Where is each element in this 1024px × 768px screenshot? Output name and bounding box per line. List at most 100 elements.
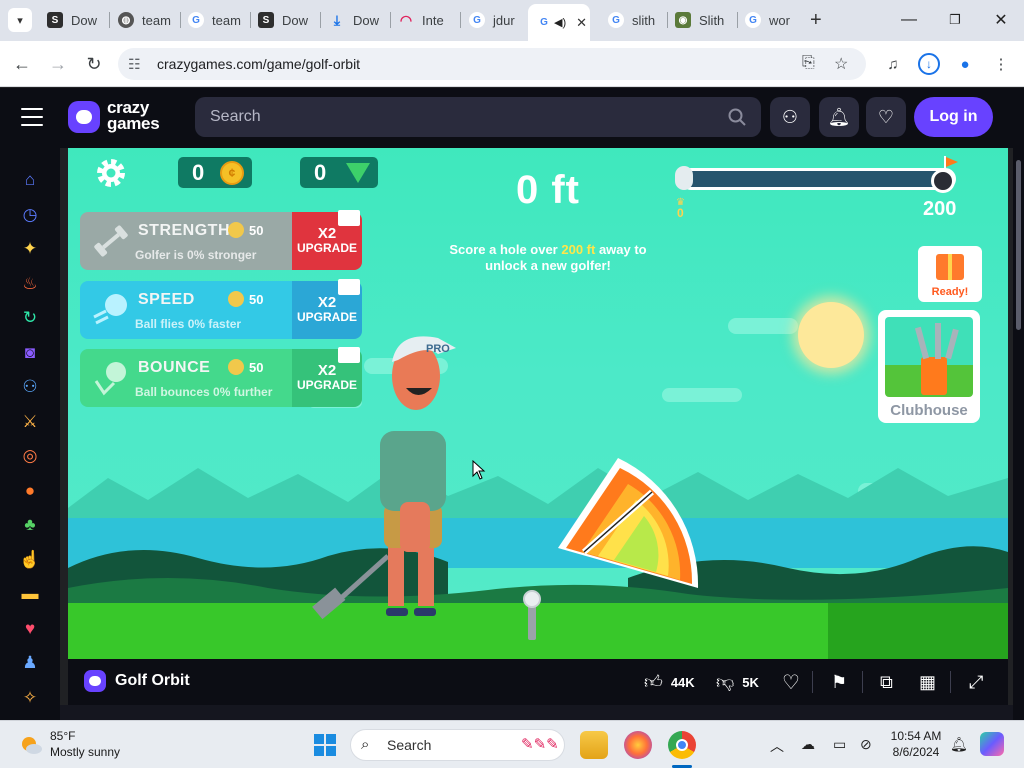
- friends-icon[interactable]: ⚇: [770, 97, 810, 137]
- updated-icon[interactable]: ↻: [18, 306, 42, 330]
- tab-5[interactable]: ⤓ Dow: [329, 6, 383, 34]
- driving-icon[interactable]: ▬: [18, 582, 42, 606]
- game-canvas[interactable]: PRO 0 ¢ 0 0 ft ♛ 0 200 Score a hole over…: [68, 148, 1008, 659]
- media-control-icon[interactable]: ♫: [882, 53, 904, 75]
- home-icon[interactable]: ⌂: [18, 168, 42, 192]
- clubhouse-button[interactable]: Clubhouse: [878, 310, 980, 423]
- notifications-bell-icon[interactable]: 🔔︎: [819, 97, 859, 137]
- gift-button[interactable]: Ready!: [918, 246, 982, 302]
- profile-avatar-icon[interactable]: ●: [954, 53, 976, 75]
- site-search[interactable]: [195, 97, 761, 137]
- page-below-game: [60, 705, 1024, 720]
- scrollbar-thumb[interactable]: [1016, 160, 1021, 330]
- clicker-icon[interactable]: ☝: [18, 548, 42, 572]
- watch-video-icon[interactable]: [338, 210, 360, 226]
- audio-playing-icon[interactable]: ◀): [554, 16, 566, 29]
- recent-icon[interactable]: ◷: [18, 203, 42, 227]
- report-icon[interactable]: ⚑: [831, 670, 847, 694]
- browser-menu-icon[interactable]: ⋮: [990, 53, 1012, 75]
- copilot-icon[interactable]: [980, 732, 1004, 756]
- favorites-heart-icon[interactable]: ♡: [866, 97, 906, 137]
- favorite-heart-icon[interactable]: ♡: [782, 670, 800, 694]
- coin-icon: [228, 291, 244, 307]
- trending-icon[interactable]: ♨: [18, 272, 42, 296]
- install-app-icon[interactable]: ⎘: [802, 54, 815, 72]
- tab-label: Inte: [422, 12, 444, 28]
- tab-10[interactable]: ◉ Slith: [675, 6, 729, 34]
- bookmark-star-icon[interactable]: ☆: [834, 54, 848, 74]
- downloads-icon[interactable]: ↓: [918, 53, 940, 75]
- tab-8-active[interactable]: G ◀) ✕: [528, 4, 590, 41]
- close-window-icon[interactable]: ✕: [986, 8, 1016, 32]
- tab-6[interactable]: ◠ Inte: [398, 6, 452, 34]
- onedrive-off-icon[interactable]: ☁: [801, 736, 815, 753]
- action-icon[interactable]: ⚔: [18, 410, 42, 434]
- windows-start-icon[interactable]: [313, 733, 337, 757]
- tab-11[interactable]: G wor: [745, 6, 795, 34]
- tab-9[interactable]: G slith: [608, 6, 662, 34]
- distance-readout: 0 ft: [516, 168, 580, 212]
- file-explorer-icon[interactable]: [580, 731, 608, 759]
- back-icon[interactable]: ←: [9, 51, 35, 77]
- like-button[interactable]: 👍︎ 44K: [644, 670, 695, 694]
- partly-sunny-icon[interactable]: [19, 733, 43, 757]
- basketball-icon[interactable]: ●: [18, 479, 42, 503]
- restore-icon[interactable]: ❐: [940, 8, 970, 32]
- site-header: crazy games ⚇ 🔔︎ ♡ Log in: [0, 88, 1024, 148]
- upgrade-cost-value: 50: [249, 291, 264, 307]
- crazygames-logo-icon[interactable]: [68, 101, 100, 133]
- show-hidden-icons-chevron-icon[interactable]: ︿: [770, 736, 784, 756]
- tab-7[interactable]: G jdur: [469, 6, 523, 34]
- tab-3[interactable]: G team: [188, 6, 242, 34]
- logo-line-2: games: [107, 114, 160, 133]
- login-button[interactable]: Log in: [914, 97, 993, 137]
- search-icon[interactable]: [728, 108, 746, 126]
- controller-icon[interactable]: ♟: [18, 651, 42, 675]
- weather-condition[interactable]: Mostly sunny: [50, 745, 120, 759]
- network-volume-icon[interactable]: ⊘: [860, 736, 872, 753]
- embed-icon[interactable]: ⧉: [880, 670, 893, 694]
- card-icon[interactable]: ♥: [18, 617, 42, 641]
- tab-4[interactable]: S Dow: [258, 6, 312, 34]
- settings-gear-icon[interactable]: [94, 156, 128, 190]
- minimize-icon[interactable]: —: [894, 8, 924, 32]
- firefox-icon[interactable]: [624, 731, 652, 759]
- upgrade-action-label: UPGRADE: [296, 378, 357, 392]
- site-settings-icon[interactable]: ☷: [128, 56, 141, 73]
- reload-icon[interactable]: ↻: [81, 51, 107, 77]
- tab-search-dropdown-icon[interactable]: ▾: [8, 8, 32, 32]
- originals-icon[interactable]: ◙: [18, 341, 42, 365]
- golf-bag-icon: [885, 317, 973, 397]
- fullscreen-icon[interactable]: ⤢: [969, 670, 983, 694]
- casual-icon[interactable]: ♣: [18, 513, 42, 537]
- new-tab-icon[interactable]: +: [810, 9, 822, 32]
- new-icon[interactable]: ✦: [18, 237, 42, 261]
- io-icon[interactable]: ✧: [18, 686, 42, 710]
- adventure-icon[interactable]: ◎: [18, 444, 42, 468]
- chrome-icon[interactable]: [668, 731, 696, 759]
- close-tab-icon[interactable]: ✕: [576, 15, 587, 31]
- watch-video-icon[interactable]: [338, 347, 360, 363]
- qr-code-icon[interactable]: ▦: [919, 670, 936, 694]
- search-input[interactable]: [210, 107, 710, 127]
- progress-goal-label: 200: [923, 198, 957, 220]
- system-clock[interactable]: 10:54 AM 8/6/2024: [886, 728, 946, 760]
- url-text[interactable]: crazygames.com/game/golf-orbit: [157, 56, 360, 72]
- multiplayer-icon[interactable]: ⚇: [18, 375, 42, 399]
- crazygames-logo[interactable]: crazy games: [107, 99, 160, 133]
- notifications-bell-icon[interactable]: 🔔︎: [950, 736, 968, 753]
- tab-2[interactable]: ◍ team: [118, 6, 172, 34]
- dislike-button[interactable]: 👎︎ 5K: [716, 670, 759, 694]
- google-icon: G: [608, 12, 624, 28]
- forward-icon[interactable]: →: [45, 51, 71, 77]
- bounce-upgrade-card: BOUNCE 50 Ball bounces 0% further X2 UPG…: [80, 349, 362, 407]
- taskbar-search[interactable]: ⌕ ✎✎✎: [350, 729, 565, 761]
- weather-temperature[interactable]: 85°F: [50, 729, 75, 743]
- page-scrollbar[interactable]: [1013, 148, 1024, 720]
- menu-icon[interactable]: [21, 108, 43, 126]
- taskbar-search-input[interactable]: [387, 737, 497, 753]
- watch-video-icon[interactable]: [338, 279, 360, 295]
- address-bar[interactable]: ☷ crazygames.com/game/golf-orbit ⎘ ☆: [118, 48, 866, 80]
- display-icon[interactable]: ▭: [833, 736, 846, 753]
- tab-1[interactable]: S Dow: [47, 6, 101, 34]
